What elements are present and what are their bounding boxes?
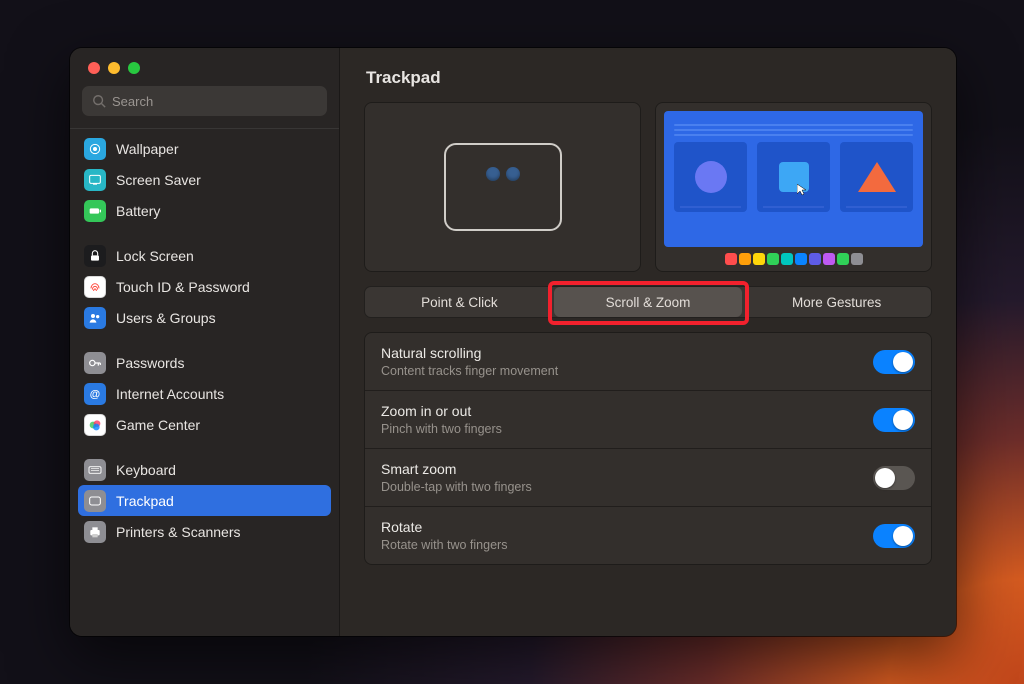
setting-row-rotate: Rotate Rotate with two fingers	[365, 507, 931, 564]
at-icon: @	[84, 383, 106, 405]
setting-subtitle: Rotate with two fingers	[381, 538, 873, 552]
sidebar-divider	[70, 128, 339, 129]
palette-swatch	[823, 253, 835, 265]
setting-subtitle: Content tracks finger movement	[381, 364, 873, 378]
wallpaper-icon	[84, 138, 106, 160]
sidebar-item-printers-scanners[interactable]: Printers & Scanners	[78, 516, 331, 547]
palette-swatch	[753, 253, 765, 265]
sidebar-item-label: Battery	[116, 203, 160, 219]
sidebar-item-label: Internet Accounts	[116, 386, 224, 402]
toggle-zoom-in-or-out[interactable]	[873, 408, 915, 432]
triangle-shape-icon	[858, 162, 896, 192]
sidebar-item-label: Users & Groups	[116, 310, 216, 326]
sidebar-item-passwords[interactable]: Passwords	[78, 347, 331, 378]
sidebar-item-lock-screen[interactable]: Lock Screen	[78, 240, 331, 271]
sidebar-item-label: Lock Screen	[116, 248, 194, 264]
sidebar-item-battery[interactable]: Battery	[78, 195, 331, 226]
sidebar-item-users-groups[interactable]: Users & Groups	[78, 302, 331, 333]
sidebar-item-game-center[interactable]: Game Center	[78, 409, 331, 440]
keyboard-icon	[84, 459, 106, 481]
palette-swatch	[837, 253, 849, 265]
sidebar-item-label: Trackpad	[116, 493, 174, 509]
sidebar-item-keyboard[interactable]: Keyboard	[78, 454, 331, 485]
setting-row-natural-scrolling: Natural scrolling Content tracks finger m…	[365, 333, 931, 391]
tab-bar: Point & ClickScroll & ZoomMore Gestures	[364, 286, 932, 318]
cursor-icon	[797, 184, 807, 196]
setting-title: Smart zoom	[381, 461, 873, 477]
tab-scroll-zoom[interactable]: Scroll & Zoom	[554, 287, 743, 317]
trackpad-shape	[444, 143, 562, 231]
circle-shape-icon	[695, 161, 727, 193]
setting-title: Natural scrolling	[381, 345, 873, 361]
window-controls	[70, 48, 339, 84]
sidebar: Search Wallpaper Screen Saver Battery Lock …	[70, 48, 340, 636]
finger-dot-icon	[486, 167, 500, 181]
sidebar-item-label: Passwords	[116, 355, 184, 371]
system-settings-window: Search Wallpaper Screen Saver Battery Lock …	[70, 48, 956, 636]
palette-swatch	[767, 253, 779, 265]
key-icon	[84, 352, 106, 374]
setting-title: Rotate	[381, 519, 873, 535]
search-icon	[92, 94, 106, 108]
sidebar-list: Wallpaper Screen Saver Battery Lock Screen T…	[70, 131, 339, 636]
printer-icon	[84, 521, 106, 543]
tab-more-gestures[interactable]: More Gestures	[742, 287, 931, 317]
tab-point-click[interactable]: Point & Click	[365, 287, 554, 317]
lock-icon	[84, 245, 106, 267]
preview-row	[364, 102, 932, 272]
sidebar-item-touch-id-password[interactable]: Touch ID & Password	[78, 271, 331, 302]
sidebar-item-label: Game Center	[116, 417, 200, 433]
toggle-rotate[interactable]	[873, 524, 915, 548]
search-input[interactable]: Search	[82, 86, 327, 116]
trackpad-preview	[364, 102, 641, 272]
sidebar-item-label: Wallpaper	[116, 141, 179, 157]
desktop-preview-inner	[664, 111, 923, 247]
search-placeholder: Search	[112, 94, 153, 109]
setting-subtitle: Double-tap with two fingers	[381, 480, 873, 494]
sidebar-item-internet-accounts[interactable]: @ Internet Accounts	[78, 378, 331, 409]
palette-swatch	[739, 253, 751, 265]
palette-swatch	[809, 253, 821, 265]
color-palette	[725, 253, 863, 265]
users-icon	[84, 307, 106, 329]
page-title: Trackpad	[366, 68, 932, 88]
gamecenter-icon	[84, 414, 106, 436]
sidebar-item-screen-saver[interactable]: Screen Saver	[78, 164, 331, 195]
setting-row-zoom-in-or-out: Zoom in or out Pinch with two fingers	[365, 391, 931, 449]
toggle-natural-scrolling[interactable]	[873, 350, 915, 374]
main-content: Trackpad	[340, 48, 956, 636]
palette-swatch	[781, 253, 793, 265]
desktop-wallpaper: Search Wallpaper Screen Saver Battery Lock …	[0, 0, 1024, 684]
zoom-window-button[interactable]	[128, 62, 140, 74]
toggle-smart-zoom[interactable]	[873, 466, 915, 490]
screensaver-icon	[84, 169, 106, 191]
setting-row-smart-zoom: Smart zoom Double-tap with two fingers	[365, 449, 931, 507]
fingerprint-icon	[84, 276, 106, 298]
svg-text:@: @	[90, 388, 100, 400]
close-window-button[interactable]	[88, 62, 100, 74]
sidebar-item-label: Touch ID & Password	[116, 279, 250, 295]
sidebar-item-label: Screen Saver	[116, 172, 201, 188]
sidebar-item-label: Keyboard	[116, 462, 176, 478]
battery-icon	[84, 200, 106, 222]
sidebar-item-trackpad[interactable]: Trackpad	[78, 485, 331, 516]
palette-swatch	[851, 253, 863, 265]
finger-dot-icon	[506, 167, 520, 181]
setting-subtitle: Pinch with two fingers	[381, 422, 873, 436]
settings-list: Natural scrolling Content tracks finger m…	[364, 332, 932, 565]
sidebar-item-wallpaper[interactable]: Wallpaper	[78, 133, 331, 164]
setting-title: Zoom in or out	[381, 403, 873, 419]
minimize-window-button[interactable]	[108, 62, 120, 74]
sidebar-item-label: Printers & Scanners	[116, 524, 241, 540]
palette-swatch	[795, 253, 807, 265]
trackpad-icon	[84, 490, 106, 512]
palette-swatch	[725, 253, 737, 265]
desktop-preview	[655, 102, 932, 272]
